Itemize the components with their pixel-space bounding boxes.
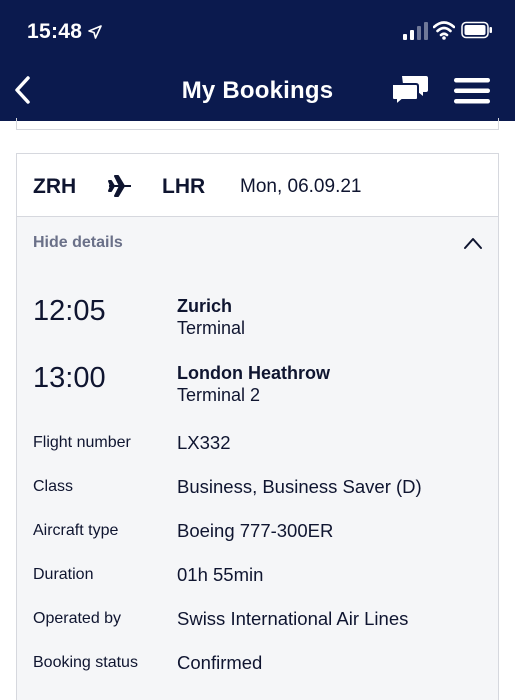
info-value: Confirmed (177, 652, 263, 673)
status-time: 15:48 (27, 20, 103, 44)
arrival-terminal: Terminal 2 (177, 385, 261, 405)
info-value: LX332 (177, 432, 231, 453)
flight-number-row: Flight number LX332 (33, 432, 483, 456)
info-label: Duration (33, 566, 94, 583)
info-value: Business, Business Saver (D) (177, 476, 422, 497)
info-value: 01h 55min (177, 564, 264, 585)
info-value: Swiss International Air Lines (177, 608, 409, 629)
arrival-airport-name: London Heathrow (177, 363, 330, 383)
info-label: Booking status (33, 654, 138, 671)
info-value: Boeing 777-300ER (177, 520, 334, 541)
info-label: Flight number (33, 434, 131, 451)
chevron-up-icon[interactable] (463, 235, 483, 251)
flight-date: Mon, 06.09.21 (240, 176, 362, 197)
flight-details-panel: Hide details 12:05 Zurich Terminal 13:00… (17, 217, 498, 700)
arrival-time: 13:00 (33, 362, 106, 394)
chat-bubbles-icon[interactable] (390, 74, 430, 108)
airplane-icon (108, 175, 131, 197)
cellular-signal-icon (403, 22, 428, 40)
battery-icon (461, 21, 492, 39)
destination-code: LHR (162, 175, 206, 198)
info-label: Aircraft type (33, 522, 119, 539)
booking-status-row: Booking status Confirmed (33, 652, 483, 676)
duration-row: Duration 01h 55min (33, 564, 483, 588)
arrival-airport: London Heathrow Terminal 2 (177, 362, 330, 406)
flight-route-header[interactable]: ZRH LHR Mon, 06.09.21 (17, 154, 498, 217)
wifi-icon (433, 21, 455, 40)
hide-details-toggle[interactable]: Hide details (33, 234, 123, 252)
app-header: 15:48 My Bookings (0, 0, 515, 121)
class-row: Class Business, Business Saver (D) (33, 476, 483, 500)
hamburger-menu-icon[interactable] (452, 76, 492, 106)
previous-booking-card (16, 118, 499, 130)
flight-card: ZRH LHR Mon, 06.09.21 Hide details 12:05… (16, 153, 499, 700)
departure-terminal: Terminal (177, 318, 246, 338)
departure-time: 12:05 (33, 295, 106, 327)
location-arrow-icon (88, 25, 103, 39)
status-time-text: 15:48 (27, 20, 83, 43)
departure-airport-name: Zurich (177, 296, 233, 316)
operated-by-row: Operated by Swiss International Air Line… (33, 608, 483, 632)
info-label: Class (33, 478, 74, 495)
status-bar: 15:48 (0, 0, 515, 60)
aircraft-type-row: Aircraft type Boeing 777-300ER (33, 520, 483, 544)
info-label: Operated by (33, 610, 122, 627)
departure-airport: Zurich Terminal (177, 295, 245, 339)
origin-code: ZRH (33, 175, 77, 198)
page-title: My Bookings (181, 77, 334, 104)
nav-bar: My Bookings (0, 62, 515, 118)
